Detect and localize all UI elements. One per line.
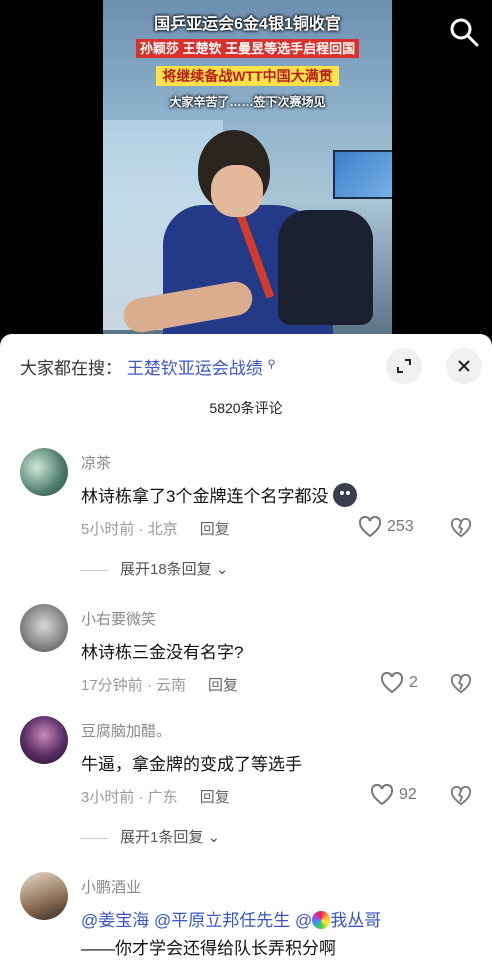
- search-suggestion[interactable]: 大家都在搜： 王楚钦亚运会战绩 ⚲: [20, 354, 276, 379]
- divider: [80, 837, 108, 839]
- comment-text-line2: ——你才学会还得给队长弄积分啊: [81, 939, 336, 958]
- search-small-icon: ⚲: [267, 358, 276, 371]
- video-caption-next-event: 将继续备战WTT中国大满贯: [103, 66, 392, 86]
- close-button[interactable]: [446, 348, 482, 384]
- close-icon: [458, 360, 470, 372]
- video-caption-title: 国乒亚运会6金4银1铜收官: [154, 16, 341, 33]
- heart-icon: [370, 784, 394, 806]
- heart-icon: [358, 516, 382, 538]
- video-scene-face: [211, 165, 263, 217]
- search-suggestion-query[interactable]: 王楚钦亚运会战绩: [127, 359, 263, 378]
- comment-text: 林诗栋三金没有名字?: [81, 643, 244, 662]
- search-suggestion-label: 大家都在搜：: [20, 359, 122, 378]
- like-button[interactable]: 253: [358, 516, 414, 538]
- mention-link[interactable]: @平原立邦任先生: [154, 911, 290, 930]
- avatar[interactable]: [20, 448, 68, 496]
- like-count: 92: [399, 786, 417, 803]
- like-count: 253: [387, 518, 414, 535]
- chevron-down-icon: ⌄: [207, 829, 221, 846]
- mention-link[interactable]: @ 我丛哥: [295, 911, 381, 930]
- heart-icon: [380, 672, 404, 694]
- divider: [80, 569, 108, 571]
- comment-username[interactable]: 小右要微笑: [81, 608, 156, 629]
- video-caption-athletes: 孙颖莎 王楚钦 王曼昱等选手启程回国: [103, 38, 392, 58]
- like-count: 2: [409, 674, 418, 691]
- like-button[interactable]: 2: [380, 672, 418, 694]
- comment-text: @姜宝海 @平原立邦任先生 @ 我丛哥: [81, 906, 381, 931]
- broken-heart-icon[interactable]: [450, 786, 472, 806]
- search-icon[interactable]: [448, 16, 480, 48]
- reply-button[interactable]: 回复: [200, 521, 230, 538]
- reply-button[interactable]: 回复: [208, 677, 238, 694]
- video-scene-backpack: [278, 210, 373, 325]
- broken-heart-icon[interactable]: [450, 674, 472, 694]
- comment-username[interactable]: 小鹏酒业: [81, 876, 141, 897]
- avatar[interactable]: [20, 872, 68, 920]
- comment-meta: 5小时前 · 北京 回复: [81, 521, 230, 538]
- comment-text: 林诗栋拿了3个金牌连个名字都没: [81, 482, 358, 507]
- comment-meta: 3小时前 · 广东 回复: [81, 789, 230, 806]
- comments-panel: 大家都在搜： 王楚钦亚运会战绩 ⚲ 5820条评论 凉茶 林诗栋拿了3个金牌连个…: [0, 334, 492, 964]
- expand-replies-button[interactable]: 展开1条回复 ⌄: [80, 826, 220, 847]
- rainbow-emoji-icon: [312, 911, 331, 929]
- broken-heart-icon[interactable]: [450, 518, 472, 538]
- comment-username[interactable]: 凉茶: [81, 452, 111, 473]
- comments-count: 5820条评论: [209, 400, 283, 416]
- expand-replies-button[interactable]: 展开18条回复 ⌄: [80, 558, 228, 579]
- video-scene-screen: [333, 150, 392, 199]
- comment-username[interactable]: 豆腐脑加醋。: [81, 720, 171, 741]
- video-frame: 国乒亚运会6金4银1铜收官 孙颖莎 王楚钦 王曼昱等选手启程回国 将继续备战WT…: [103, 0, 392, 335]
- like-button[interactable]: 92: [370, 784, 417, 806]
- sad-face-emoji-icon: [333, 483, 358, 507]
- comment-text: 牛逼，拿金牌的变成了等选手: [81, 755, 302, 774]
- chevron-down-icon: ⌄: [215, 561, 229, 578]
- reply-button[interactable]: 回复: [200, 789, 230, 806]
- video-player[interactable]: 国乒亚运会6金4银1铜收官 孙颖莎 王楚钦 王曼昱等选手启程回国 将继续备战WT…: [0, 0, 492, 335]
- avatar[interactable]: [20, 716, 68, 764]
- expand-button[interactable]: [386, 348, 422, 384]
- avatar[interactable]: [20, 604, 68, 652]
- comment-meta: 17分钟前 · 云南 回复: [81, 677, 239, 694]
- mention-link[interactable]: @姜宝海: [81, 911, 149, 930]
- video-caption-subtitle: 大家辛苦了……签下次赛场见: [169, 95, 326, 109]
- expand-icon: [397, 359, 411, 373]
